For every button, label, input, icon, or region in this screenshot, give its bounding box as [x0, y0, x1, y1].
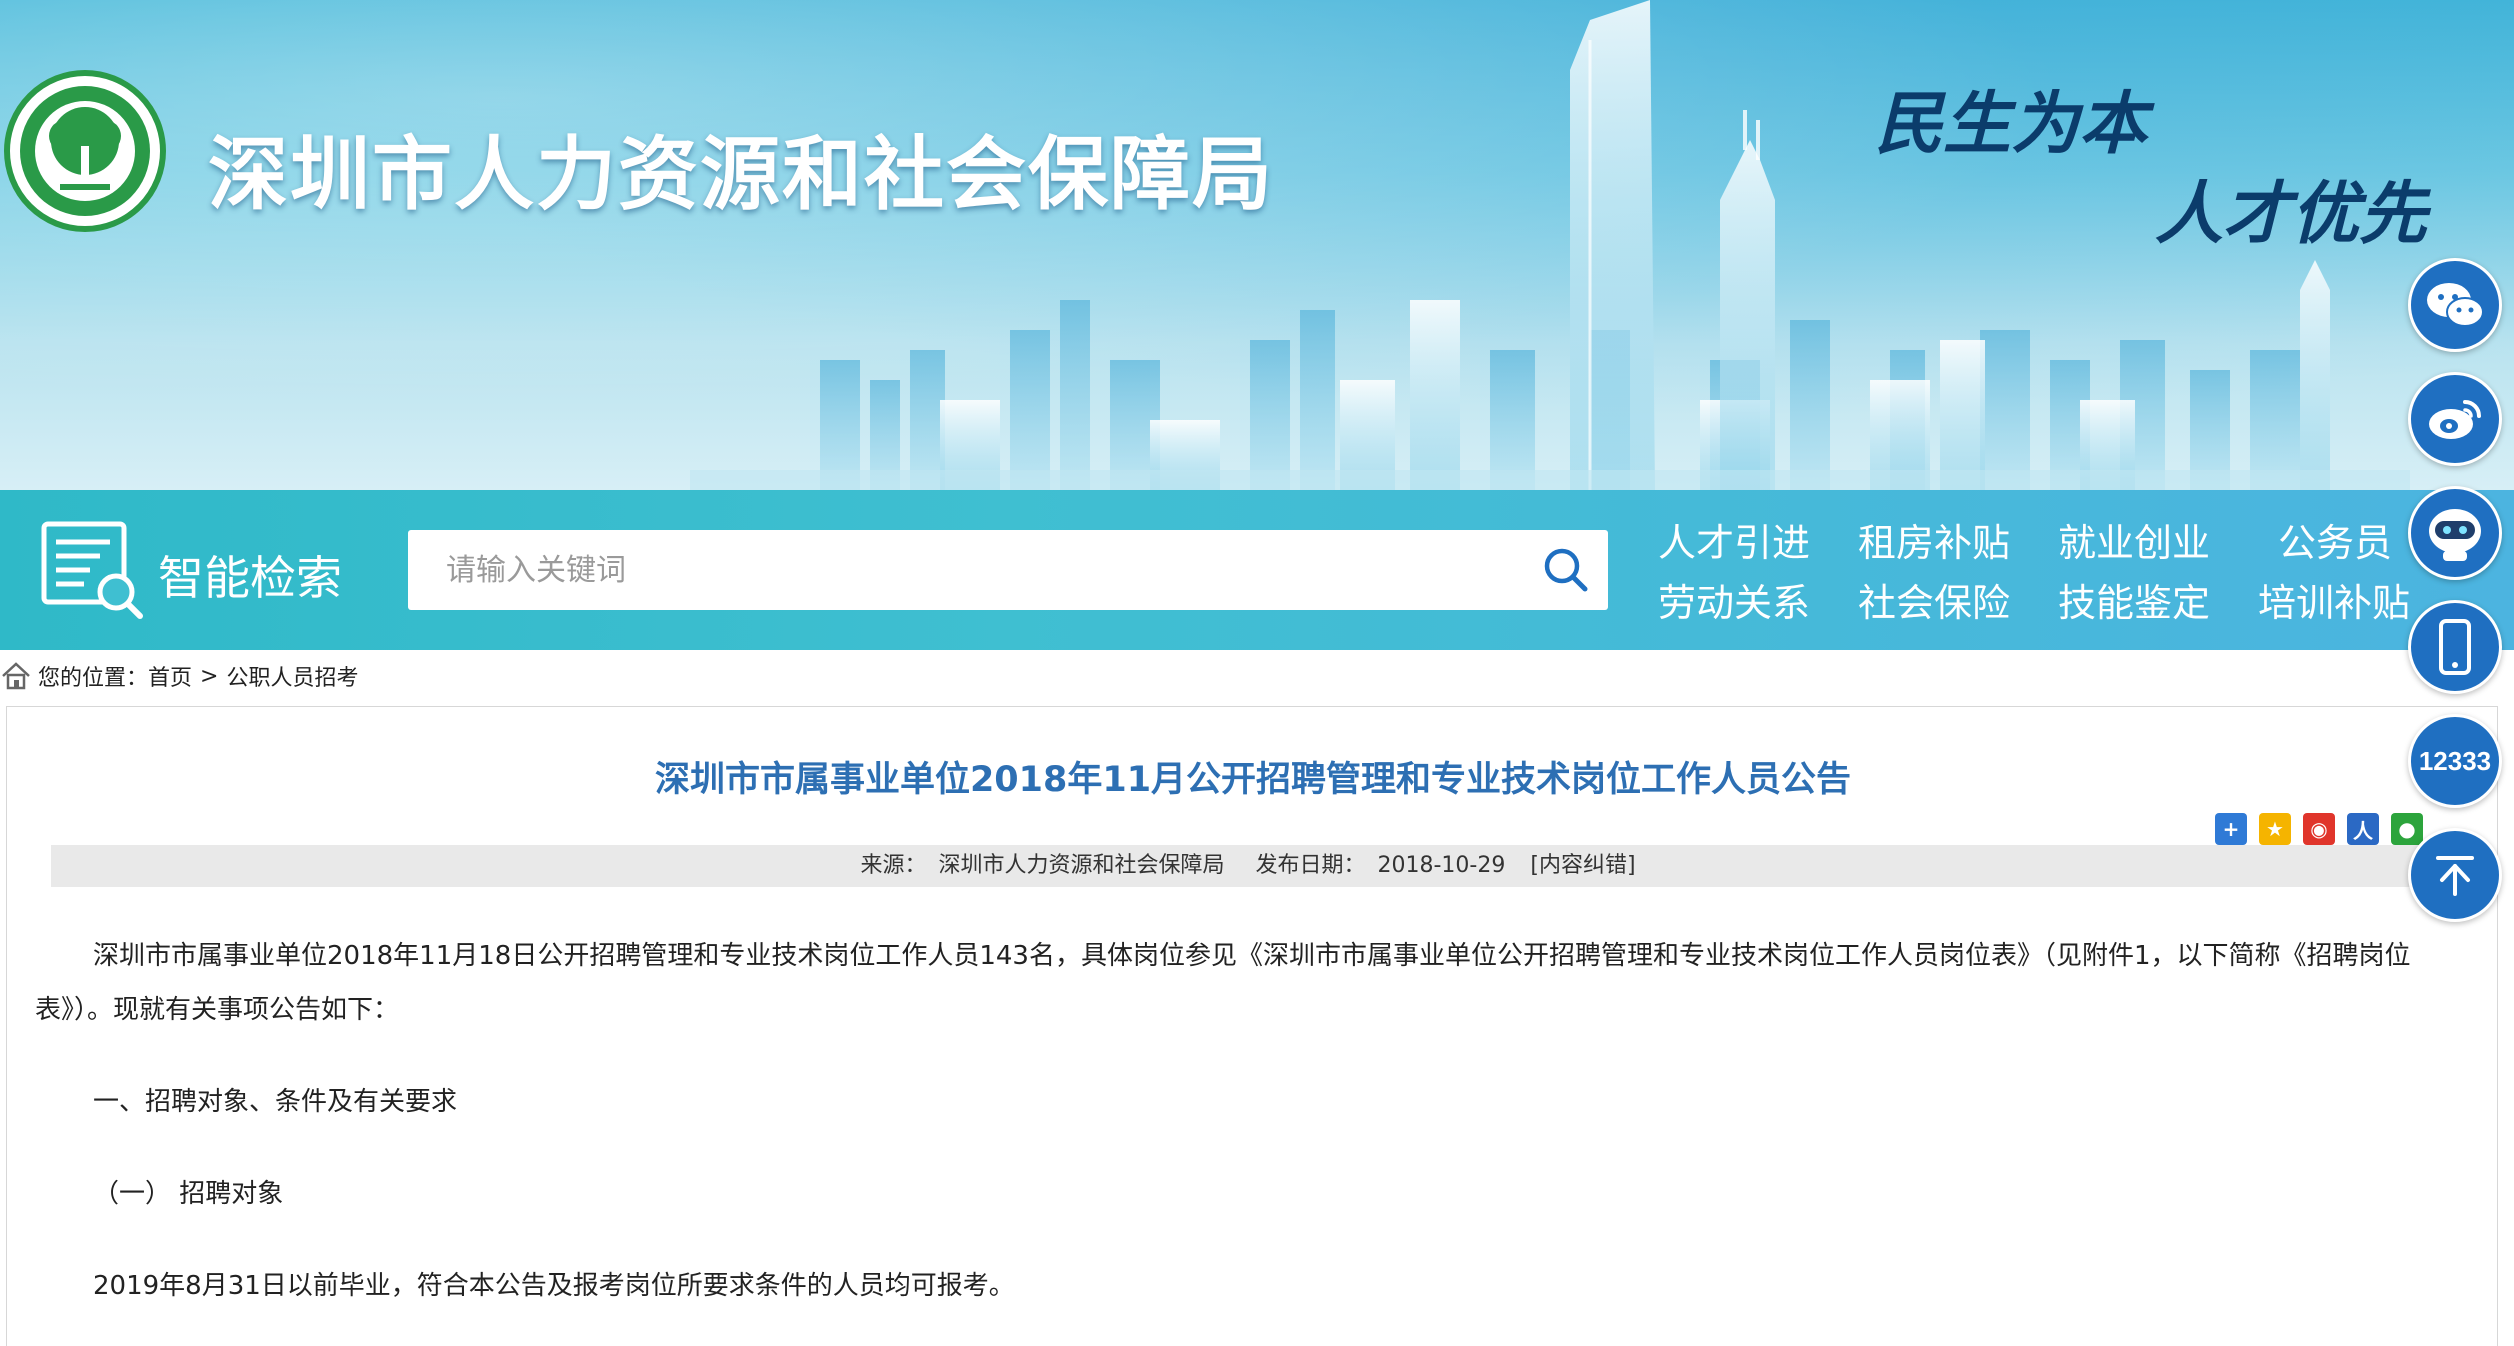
mobile-icon[interactable]: [2408, 600, 2502, 694]
meta-source: 来源： 深圳市人力资源和社会保障局: [854, 853, 1230, 878]
robot-icon[interactable]: [2408, 486, 2502, 580]
nav-link-social-insurance[interactable]: 社会保险: [1858, 572, 2010, 627]
breadcrumb-current-link[interactable]: 公职人员招考: [226, 660, 358, 692]
slogan-line-1: 民生为本: [1875, 84, 2148, 164]
nav-link-labor-relations[interactable]: 劳动关系: [1658, 572, 1810, 627]
bureau-logo: [4, 70, 166, 232]
article-container: 深圳市市属事业单位2018年11月公开招聘管理和专业技术岗位工作人员公告 + ★…: [6, 706, 2498, 1346]
weibo-icon[interactable]: [2408, 372, 2502, 466]
meta-source-value: 深圳市人力资源和社会保障局: [938, 853, 1225, 878]
breadcrumb-prefix: 您的位置：: [38, 666, 149, 691]
nav-link-talent-intro[interactable]: 人才引进: [1658, 512, 1810, 567]
share-more-icon[interactable]: +: [2215, 813, 2247, 845]
search-nav-bar: 智能检索 人才引进 租房补贴 就业创业 公务员 劳动关系 社会保险 技能鉴定 培…: [0, 490, 2514, 650]
article-paragraph: 深圳市市属事业单位2018年11月18日公开招聘管理和专业技术岗位工作人员143…: [35, 941, 2411, 1025]
hotline-number: 12333: [2418, 745, 2492, 776]
share-toolbar: + ★ ◉ 人 ●: [2215, 813, 2423, 845]
home-icon: [2, 662, 30, 690]
article-body: 深圳市市属事业单位2018年11月18日公开招聘管理和专业技术岗位工作人员143…: [35, 929, 2413, 1313]
breadcrumb-home-link[interactable]: 首页: [148, 660, 192, 692]
search-box: [408, 530, 1608, 610]
meta-date-value: 2018-10-29: [1377, 853, 1506, 878]
wechat-icon[interactable]: [2408, 258, 2502, 352]
section-heading: 一、招聘对象、条件及有关要求: [93, 1087, 458, 1117]
tree-emblem-icon: [35, 101, 135, 201]
content-correction-link[interactable]: [内容纠错]: [1530, 853, 1635, 878]
quick-nav-links: 人才引进 租房补贴 就业创业 公务员 劳动关系 社会保险 技能鉴定 培训补贴: [1650, 512, 2410, 632]
subsection-heading: （一） 招聘对象: [93, 1179, 284, 1209]
share-renren-icon[interactable]: 人: [2347, 813, 2379, 845]
slogan-line-2: 人才优先: [2155, 174, 2428, 254]
article-paragraph: 2019年8月31日以前毕业，符合本公告及报考岗位所要求条件的人员均可报考。: [93, 1271, 1015, 1301]
back-to-top-icon[interactable]: [2408, 828, 2502, 922]
site-title: 深圳市人力资源和社会保障局: [208, 128, 1274, 221]
nav-link-rent-subsidy[interactable]: 租房补贴: [1858, 512, 2010, 567]
nav-link-civil-servant[interactable]: 公务员: [2278, 512, 2392, 567]
search-heading: 智能检索: [158, 551, 342, 605]
breadcrumb: 您的位置： 首页 > 公职人员招考: [0, 656, 358, 696]
article-meta-bar: 来源： 深圳市人力资源和社会保障局 发布日期： 2018-10-29 [内容纠错]: [51, 845, 2439, 887]
article-title: 深圳市市属事业单位2018年11月公开招聘管理和专业技术岗位工作人员公告: [654, 760, 1852, 800]
search-icon[interactable]: [1542, 546, 1590, 594]
search-input[interactable]: [444, 530, 1504, 610]
city-skyline-image: [690, 0, 2410, 490]
nav-link-training-subsidy[interactable]: 培训补贴: [2258, 572, 2410, 627]
breadcrumb-separator: >: [200, 663, 219, 689]
share-weibo-icon[interactable]: ◉: [2303, 813, 2335, 845]
meta-source-label: 来源：: [860, 853, 927, 878]
share-qzone-icon[interactable]: ★: [2259, 813, 2291, 845]
meta-date: 发布日期： 2018-10-29: [1249, 853, 1511, 878]
meta-date-label: 发布日期：: [1255, 853, 1366, 878]
header-banner: 深圳市人力资源和社会保障局 民生为本 人才优先: [0, 0, 2514, 490]
smart-search-icon: [40, 520, 144, 620]
share-wechat-icon[interactable]: ●: [2391, 813, 2423, 845]
hotline-12333-button[interactable]: 12333: [2408, 714, 2502, 808]
nav-link-skill-appraisal[interactable]: 技能鉴定: [2058, 572, 2210, 627]
nav-link-employment[interactable]: 就业创业: [2058, 512, 2210, 567]
